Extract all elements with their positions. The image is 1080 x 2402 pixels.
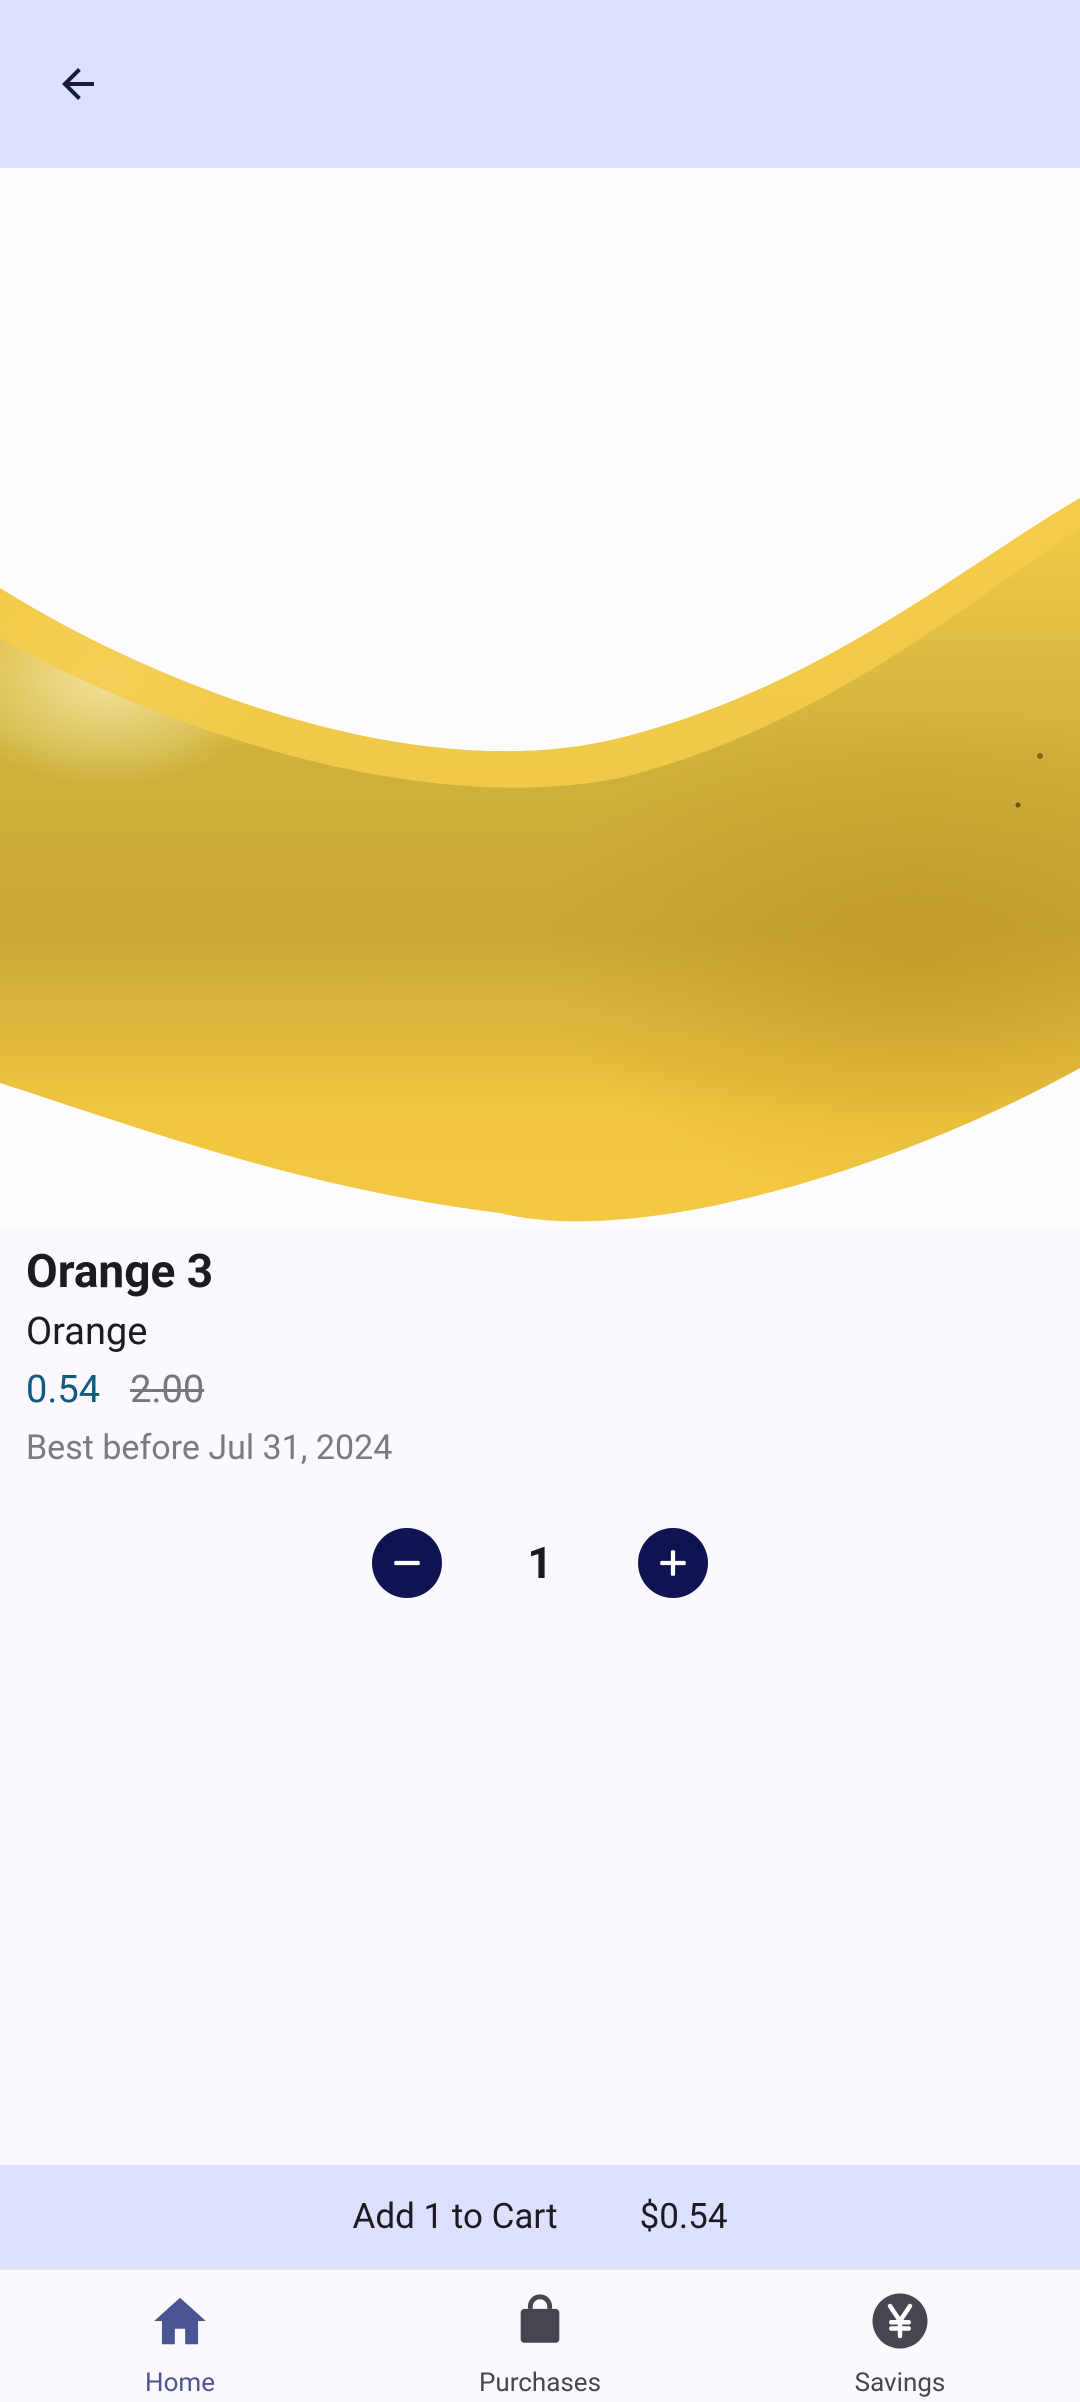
minus-icon	[394, 1560, 420, 1566]
quantity-value: 1	[527, 1537, 553, 1589]
nav-item-savings[interactable]: Savings	[720, 2270, 1080, 2402]
top-app-bar	[0, 0, 1080, 168]
product-category: Orange	[26, 1310, 148, 1354]
yen-icon	[872, 2293, 928, 2349]
current-price: 0.54	[26, 1368, 101, 1412]
increment-button[interactable]	[638, 1528, 708, 1598]
nav-label-purchases: Purchases	[478, 2368, 601, 2398]
decrement-button[interactable]	[372, 1528, 442, 1598]
home-icon	[154, 2297, 206, 2345]
nav-item-home[interactable]: Home	[0, 2270, 360, 2402]
original-price: 2.00	[130, 1368, 205, 1412]
product-name: Orange 3	[26, 1245, 214, 1299]
back-button[interactable]	[44, 44, 112, 124]
nav-label-savings: Savings	[854, 2368, 946, 2398]
nav-label-home: Home	[145, 2368, 215, 2398]
quantity-stepper: 1	[372, 1528, 708, 1598]
best-before-date: Best before Jul 31, 2024	[26, 1428, 393, 1468]
banana-image	[0, 498, 1080, 1222]
product-image	[0, 168, 1080, 1228]
price-row: 0.54 2.00	[26, 1368, 204, 1412]
add-to-cart-button[interactable]: Add 1 to Cart $0.54	[0, 2165, 1080, 2268]
arrow-back-icon	[62, 68, 94, 100]
shopping-bag-icon	[520, 2294, 560, 2343]
bottom-navigation: Home Purchases Savings	[0, 2268, 1080, 2400]
nav-item-purchases[interactable]: Purchases	[360, 2270, 720, 2402]
add-to-cart-label: Add 1 to Cart	[352, 2196, 558, 2237]
plus-icon	[660, 1550, 686, 1576]
cart-total: $0.54	[639, 2196, 728, 2237]
